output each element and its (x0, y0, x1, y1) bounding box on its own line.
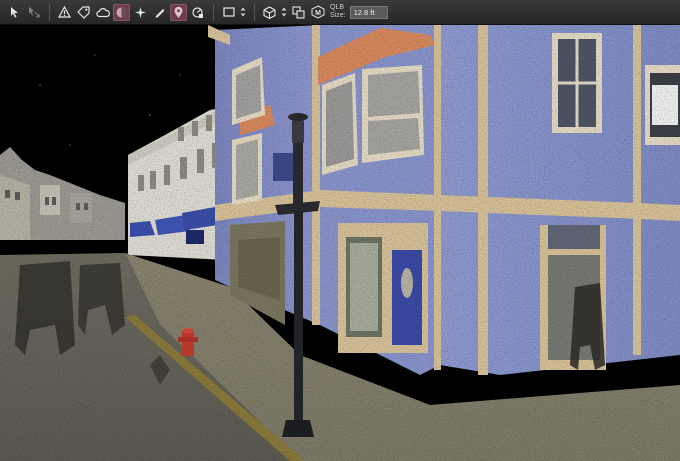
cube-view-icon[interactable] (261, 4, 278, 21)
chevron-down-icon[interactable] (280, 4, 287, 21)
qlb-size-input[interactable]: 12.8 ft (349, 5, 388, 19)
qlb-label: QLB (330, 4, 345, 11)
limit-box-icon[interactable] (189, 4, 206, 21)
toolbar-separator (254, 3, 255, 21)
point-cloud-viewport[interactable] (0, 25, 680, 461)
select-arrow-icon[interactable] (6, 4, 23, 21)
location-pin-icon[interactable] (170, 3, 187, 21)
pen-icon[interactable] (151, 4, 168, 21)
warning-triangle-icon[interactable] (56, 4, 73, 21)
chevron-down-icon[interactable] (239, 4, 246, 21)
qlb-m-icon[interactable]: M (309, 4, 326, 21)
toolbar-separator (49, 3, 50, 21)
square-view-icon[interactable] (220, 4, 237, 21)
qlb-size-label: QLB Size: (330, 4, 346, 20)
point-cloud-scene (0, 25, 680, 461)
point-noise (0, 25, 680, 461)
shading-icon[interactable] (113, 3, 130, 21)
layers-icon[interactable] (290, 4, 307, 21)
size-label: Size: (330, 12, 346, 19)
toolbar: M QLB Size: 12.8 ft (0, 0, 680, 25)
svg-text:M: M (315, 10, 321, 17)
sparkle-icon[interactable] (132, 4, 149, 21)
measure-arrow-icon[interactable] (25, 4, 42, 21)
toolbar-separator (213, 3, 214, 21)
tag-icon[interactable] (75, 4, 92, 21)
cloud-icon[interactable] (94, 4, 111, 21)
